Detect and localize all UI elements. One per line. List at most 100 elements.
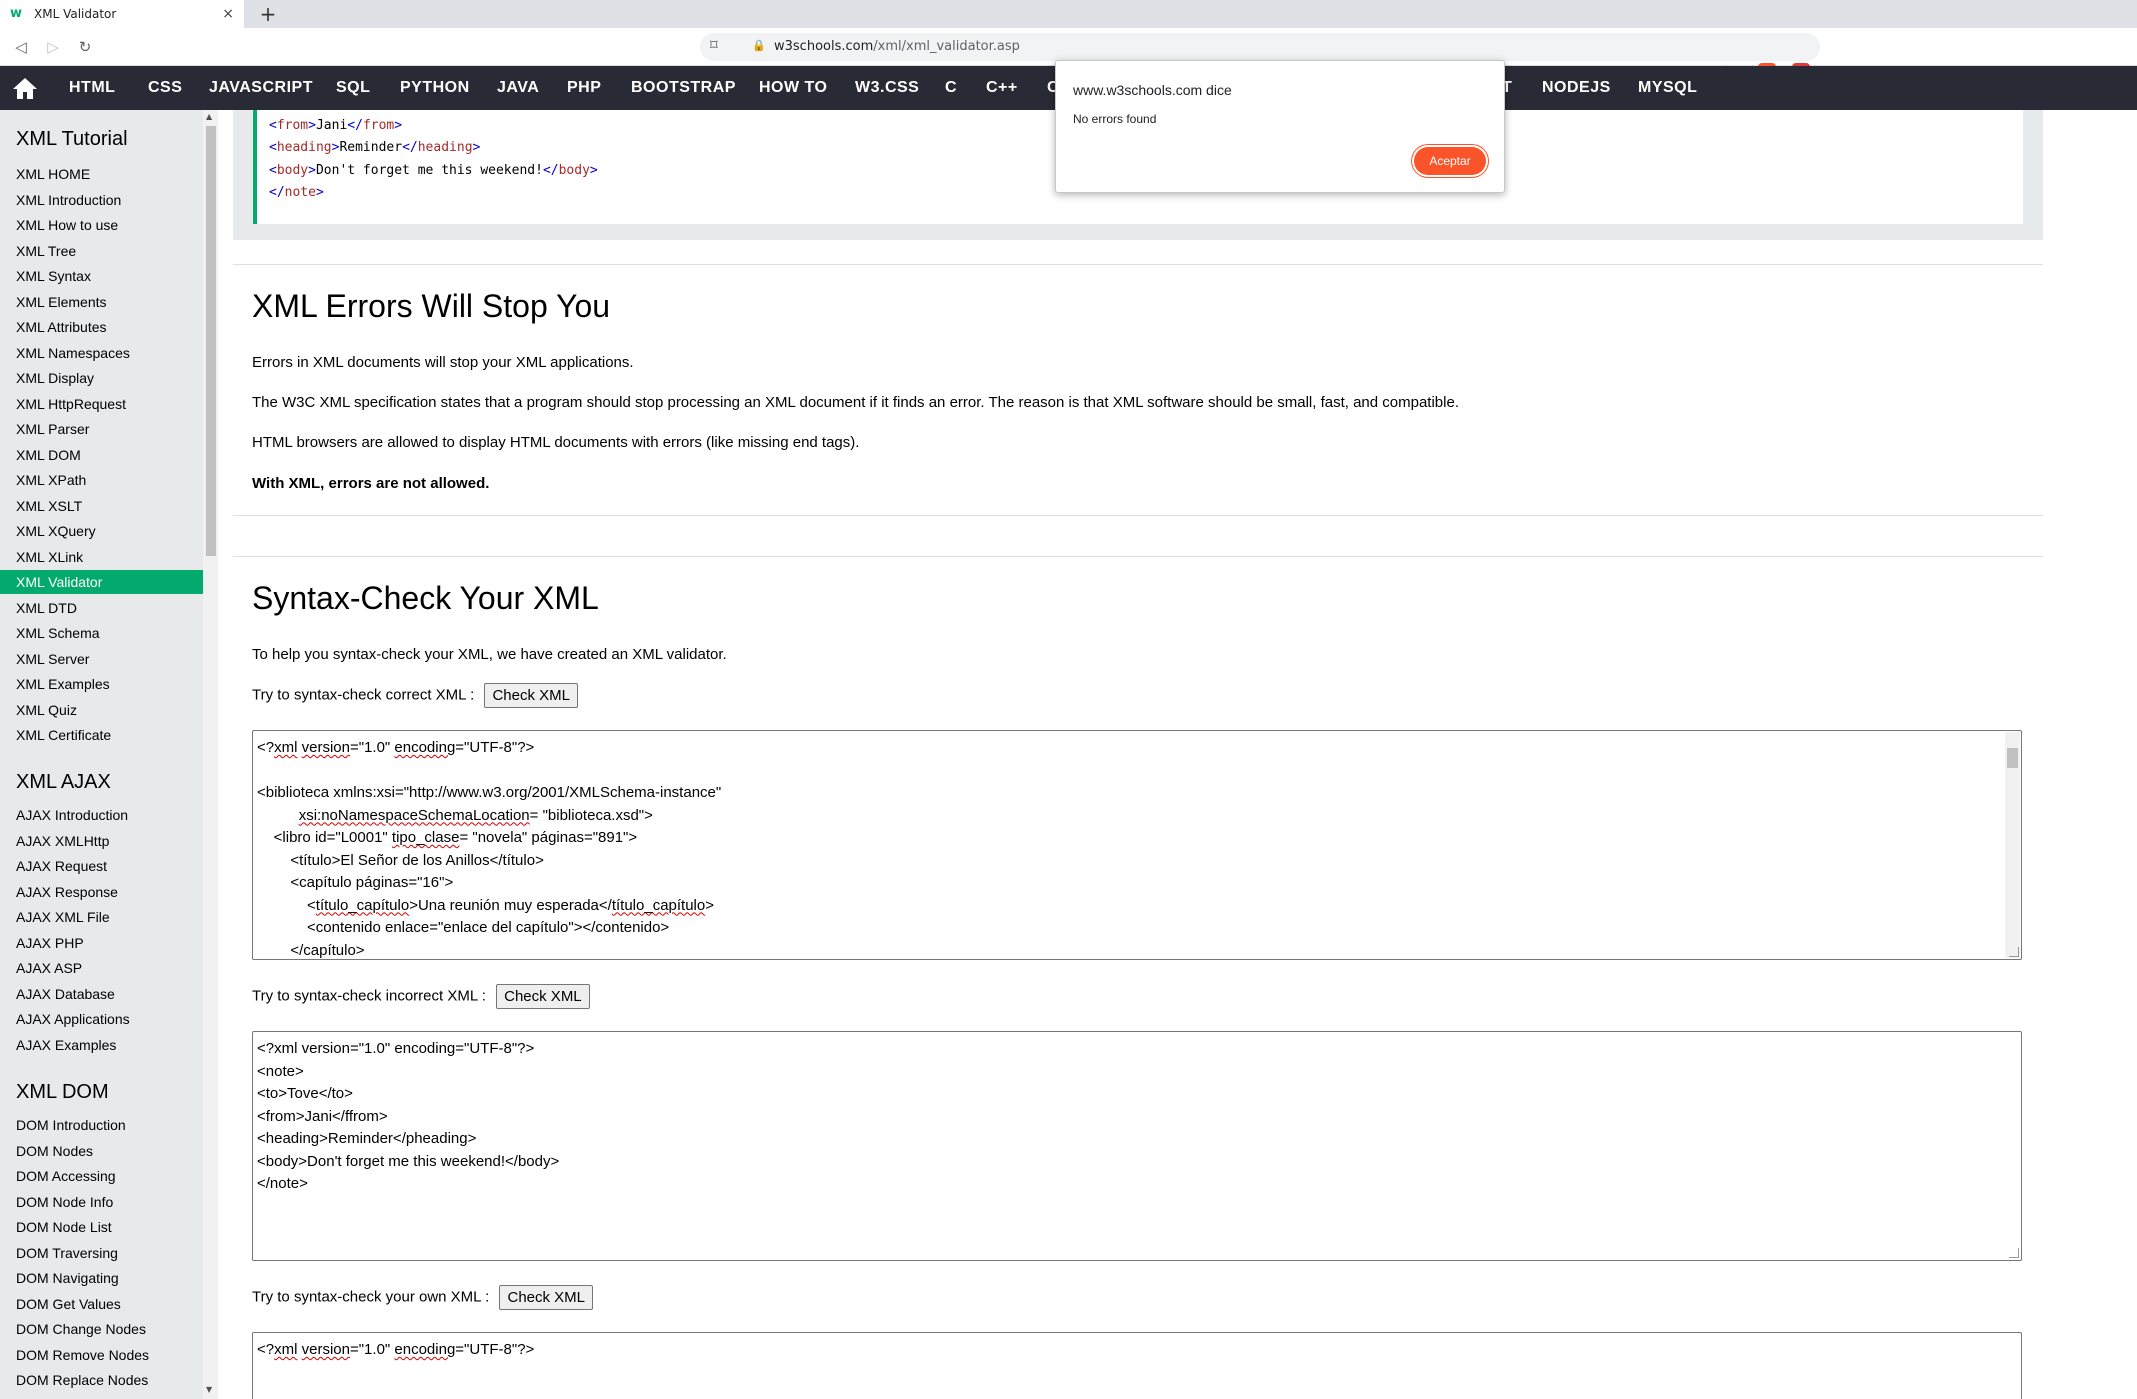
- forward-icon[interactable]: ▷: [42, 36, 64, 58]
- sidebar-item-ajax-xmlhttp[interactable]: AJAX XMLHttp: [0, 829, 203, 853]
- nav-mysql[interactable]: MYSQL: [1638, 79, 1697, 97]
- sidebar: XML Tutorial XML HOME XML Introduction X…: [0, 110, 218, 1399]
- home-icon[interactable]: [12, 76, 38, 100]
- sidebar-item-xml-syntax[interactable]: XML Syntax: [0, 264, 203, 288]
- nav-javascript[interactable]: JAVASCRIPT: [209, 79, 313, 97]
- sidebar-item-xml-namespaces[interactable]: XML Namespaces: [0, 341, 203, 365]
- w3schools-favicon-icon: w: [10, 6, 23, 21]
- check-correct-xml-button[interactable]: Check XML: [484, 683, 578, 708]
- divider: [233, 556, 2043, 557]
- sidebar-item-xml-xpath[interactable]: XML XPath: [0, 468, 203, 492]
- incorrect-xml-textarea[interactable]: <?xml version="1.0" encoding="UTF-8"?> <…: [252, 1031, 2022, 1261]
- own-xml-textarea[interactable]: <?xml version="1.0" encoding="UTF-8"?>: [252, 1332, 2022, 1399]
- nav-python[interactable]: PYTHON: [400, 79, 470, 97]
- reload-icon[interactable]: ↻: [74, 36, 96, 58]
- sidebar-item-dom-replace-nodes[interactable]: DOM Replace Nodes: [0, 1368, 203, 1392]
- sidebar-item-xml-xlink[interactable]: XML XLink: [0, 545, 203, 569]
- textarea-scrollbar-thumb[interactable]: [2007, 748, 2018, 768]
- own-xml-label: Try to syntax-check your own XML :: [252, 1288, 490, 1306]
- resize-handle-icon[interactable]: [2009, 947, 2019, 957]
- address-bar[interactable]: 🔒 w3schools.com/xml/xml_validator.asp: [700, 33, 1820, 61]
- nav-nodejs[interactable]: NODEJS: [1542, 79, 1611, 97]
- sidebar-item-xml-dtd[interactable]: XML DTD: [0, 596, 203, 620]
- sidebar-item-ajax-database[interactable]: AJAX Database: [0, 982, 203, 1006]
- sidebar-item-xml-display[interactable]: XML Display: [0, 366, 203, 390]
- paragraph-errors-3: HTML browsers are allowed to display HTM…: [252, 434, 860, 451]
- sidebar-item-xml-parser[interactable]: XML Parser: [0, 417, 203, 441]
- sidebar-item-xml-elements[interactable]: XML Elements: [0, 290, 203, 314]
- new-tab-button[interactable]: +: [256, 2, 280, 26]
- paragraph-errors-2: The W3C XML specification states that a …: [252, 394, 1459, 411]
- alert-dialog: www.w3schools.com dice No errors found A…: [1055, 60, 1505, 193]
- sidebar-item-dom-node-list[interactable]: DOM Node List: [0, 1215, 203, 1239]
- sidebar-item-ajax-asp[interactable]: AJAX ASP: [0, 956, 203, 980]
- sidebar-item-dom-nodes[interactable]: DOM Nodes: [0, 1139, 203, 1163]
- nav-how-to[interactable]: HOW TO: [759, 79, 827, 97]
- sidebar-item-dom-accessing[interactable]: DOM Accessing: [0, 1164, 203, 1188]
- sidebar-item-ajax-introduction[interactable]: AJAX Introduction: [0, 803, 203, 827]
- nav-java[interactable]: JAVA: [497, 79, 539, 97]
- sidebar-item-xml-xslt[interactable]: XML XSLT: [0, 494, 203, 518]
- sidebar-item-ajax-applications[interactable]: AJAX Applications: [0, 1007, 203, 1031]
- sidebar-item-ajax-xml-file[interactable]: AJAX XML File: [0, 905, 203, 929]
- scroll-down-arrow-icon[interactable]: ▼: [206, 1385, 212, 1394]
- nav-cpp[interactable]: C++: [986, 79, 1018, 97]
- back-icon[interactable]: ◁: [10, 36, 32, 58]
- scroll-up-arrow-icon[interactable]: ▲: [206, 112, 212, 121]
- nav-c[interactable]: C: [945, 79, 957, 97]
- sidebar-item-xml-server[interactable]: XML Server: [0, 647, 203, 671]
- sidebar-scrollbar-thumb[interactable]: [206, 126, 216, 556]
- sidebar-item-xml-introduction[interactable]: XML Introduction: [0, 188, 203, 212]
- sidebar-title-xml-ajax: XML AJAX: [16, 771, 111, 793]
- sidebar-item-xml-examples[interactable]: XML Examples: [0, 672, 203, 696]
- sidebar-item-xml-quiz[interactable]: XML Quiz: [0, 698, 203, 722]
- sidebar-item-dom-node-info[interactable]: DOM Node Info: [0, 1190, 203, 1214]
- dialog-message: No errors found: [1073, 112, 1157, 126]
- resize-handle-icon[interactable]: [2009, 1248, 2019, 1258]
- sidebar-item-ajax-php[interactable]: AJAX PHP: [0, 931, 203, 955]
- sidebar-item-xml-httprequest[interactable]: XML HttpRequest: [0, 392, 203, 416]
- sidebar-item-dom-navigating[interactable]: DOM Navigating: [0, 1266, 203, 1290]
- sidebar-item-ajax-examples[interactable]: AJAX Examples: [0, 1033, 203, 1057]
- lock-icon: 🔒: [752, 39, 766, 52]
- sidebar-item-xml-home[interactable]: XML HOME: [0, 162, 203, 186]
- correct-xml-row: Try to syntax-check correct XML : Check …: [252, 683, 578, 708]
- sidebar-item-dom-traversing[interactable]: DOM Traversing: [0, 1241, 203, 1265]
- sidebar-item-xml-validator[interactable]: XML Validator: [0, 570, 203, 594]
- browser-tab[interactable]: w XML Validator ×: [0, 0, 244, 28]
- check-incorrect-xml-button[interactable]: Check XML: [496, 984, 590, 1009]
- sidebar-item-xml-xquery[interactable]: XML XQuery: [0, 519, 203, 543]
- sidebar-item-dom-get-values[interactable]: DOM Get Values: [0, 1292, 203, 1316]
- bookmark-icon[interactable]: ⌑: [710, 36, 718, 54]
- address-url[interactable]: w3schools.com/xml/xml_validator.asp: [774, 39, 1020, 54]
- check-own-xml-button[interactable]: Check XML: [499, 1285, 594, 1310]
- sidebar-item-ajax-request[interactable]: AJAX Request: [0, 854, 203, 878]
- sidebar-item-xml-certificate[interactable]: XML Certificate: [0, 723, 203, 747]
- incorrect-xml-row: Try to syntax-check incorrect XML : Chec…: [252, 984, 590, 1009]
- section-title-xml-errors: XML Errors Will Stop You: [252, 288, 611, 324]
- sidebar-item-xml-attributes[interactable]: XML Attributes: [0, 315, 203, 339]
- dialog-title: www.w3schools.com dice: [1073, 82, 1232, 98]
- sidebar-item-dom-remove-nodes[interactable]: DOM Remove Nodes: [0, 1343, 203, 1367]
- sidebar-item-dom-introduction[interactable]: DOM Introduction: [0, 1113, 203, 1137]
- sidebar-item-xml-tree[interactable]: XML Tree: [0, 239, 203, 263]
- nav-sql[interactable]: SQL: [336, 79, 370, 97]
- nav-css[interactable]: CSS: [148, 79, 182, 97]
- sidebar-title-xml-tutorial: XML Tutorial: [16, 128, 128, 150]
- nav-bootstrap[interactable]: BOOTSTRAP: [631, 79, 736, 97]
- correct-xml-textarea[interactable]: <?xml version="1.0" encoding="UTF-8"?> <…: [252, 730, 2022, 960]
- sidebar-item-ajax-response[interactable]: AJAX Response: [0, 880, 203, 904]
- sidebar-item-xml-dom[interactable]: XML DOM: [0, 443, 203, 467]
- nav-html[interactable]: HTML: [69, 79, 115, 97]
- nav-php[interactable]: PHP: [567, 79, 601, 97]
- incorrect-xml-content: <?xml version="1.0" encoding="UTF-8"?> <…: [257, 1040, 560, 1192]
- dialog-accept-button[interactable]: Aceptar: [1414, 147, 1486, 175]
- tab-close-icon[interactable]: ×: [222, 6, 234, 22]
- main-content: <to>Tove</to> <from>Jani</from> <heading…: [218, 110, 2137, 1399]
- sidebar-item-dom-change-nodes[interactable]: DOM Change Nodes: [0, 1317, 203, 1341]
- sidebar-item-xml-schema[interactable]: XML Schema: [0, 621, 203, 645]
- divider: [233, 515, 2043, 516]
- nav-w3css[interactable]: W3.CSS: [855, 79, 919, 97]
- incorrect-xml-label: Try to syntax-check incorrect XML :: [252, 987, 486, 1005]
- sidebar-item-xml-how-to-use[interactable]: XML How to use: [0, 213, 203, 237]
